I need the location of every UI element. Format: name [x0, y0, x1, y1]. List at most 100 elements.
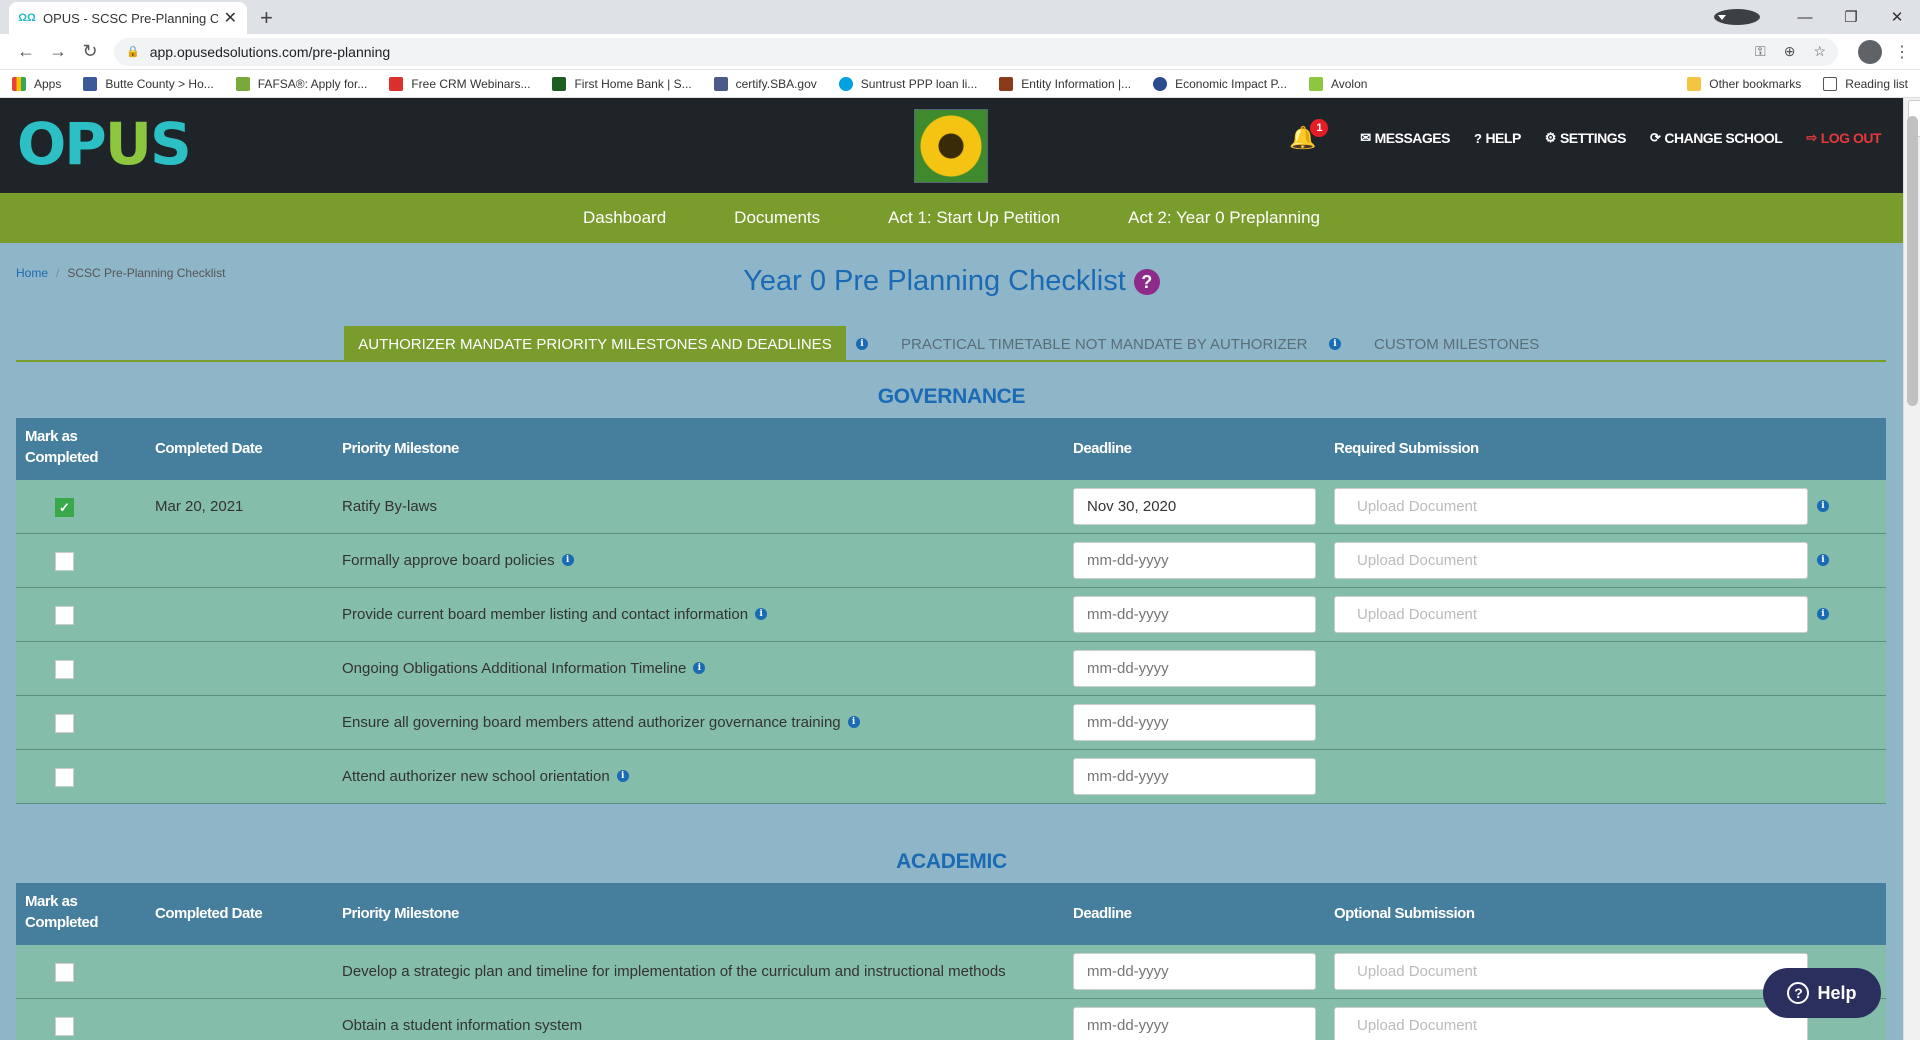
question-circle-icon[interactable]: ? [1133, 269, 1160, 296]
section-title-academic: ACADEMIC [896, 850, 1007, 873]
bookmark-item[interactable]: Apps [12, 76, 61, 91]
upload-document-field[interactable]: Upload Document [1334, 488, 1808, 525]
bookmark-favicon-icon [1308, 76, 1323, 91]
bookmark-favicon-icon [389, 76, 404, 91]
info-icon[interactable]: i [1817, 500, 1829, 512]
upload-document-field[interactable]: Upload Document [1334, 953, 1808, 990]
milestone-text: Ongoing Obligations Additional Informati… [342, 660, 706, 677]
nav-dashboard[interactable]: Dashboard [583, 208, 666, 228]
mark-completed-checkbox[interactable] [55, 606, 74, 625]
bookmark-favicon-icon [83, 76, 98, 91]
reading-list-icon [1823, 76, 1838, 91]
mark-completed-checkbox[interactable] [55, 1017, 74, 1036]
deadline-input[interactable] [1073, 542, 1316, 579]
page-scrollbar[interactable]: ▲ [1903, 98, 1920, 1040]
bookmark-item[interactable]: Economic Impact P... [1153, 76, 1287, 91]
table-row: Develop a strategic plan and timeline fo… [16, 945, 1886, 999]
deadline-input[interactable] [1073, 1007, 1316, 1040]
nav-act2[interactable]: Act 2: Year 0 Preplanning [1128, 208, 1320, 228]
account-avatar-icon[interactable] [1858, 39, 1882, 64]
new-tab-icon[interactable]: + [260, 5, 273, 31]
change-school-link[interactable]: ⟳ CHANGE SCHOOL [1650, 130, 1783, 146]
main-nav: Dashboard Documents Act 1: Start Up Peti… [0, 193, 1903, 243]
bookmark-item[interactable]: Avolon [1308, 76, 1367, 91]
minimize-icon[interactable]: — [1782, 9, 1828, 26]
info-icon[interactable]: i [856, 326, 868, 362]
settings-link[interactable]: ⚙ SETTINGS [1545, 130, 1627, 146]
deadline-input[interactable] [1073, 596, 1316, 633]
mark-completed-checkbox[interactable]: ✓ [55, 498, 74, 517]
upload-document-field[interactable]: Upload Document [1334, 1007, 1808, 1040]
info-icon[interactable]: i [1329, 326, 1341, 362]
bookmark-item[interactable]: First Home Bank | S... [552, 76, 692, 91]
info-icon[interactable]: i [616, 770, 629, 783]
notifications-bell-icon[interactable]: 🔔 1 [1289, 119, 1329, 151]
restore-icon[interactable]: ❐ [1828, 8, 1874, 26]
tab-authorizer-mandate[interactable]: AUTHORIZER MANDATE PRIORITY MILESTONES A… [344, 326, 846, 362]
bookmark-item[interactable]: Free CRM Webinars... [389, 76, 530, 91]
bookmark-item[interactable]: FAFSA®: Apply for... [235, 76, 367, 91]
nav-act1[interactable]: Act 1: Start Up Petition [888, 208, 1060, 228]
info-icon[interactable]: i [847, 716, 860, 729]
key-icon[interactable]: ⚿ [1755, 43, 1766, 60]
table-row: Obtain a student information system Uploa… [16, 999, 1886, 1040]
help-chat-button[interactable]: ? Help [1763, 968, 1881, 1018]
bookmark-item[interactable]: certify.SBA.gov [713, 76, 817, 91]
section-title-governance: GOVERNANCE [877, 385, 1026, 408]
tab-custom-milestones[interactable]: CUSTOM MILESTONES [1374, 326, 1539, 362]
deadline-input[interactable] [1073, 758, 1316, 795]
nav-documents[interactable]: Documents [734, 208, 820, 228]
bookmark-item[interactable]: Butte County > Ho... [83, 76, 214, 91]
table-row: Ongoing Obligations Additional Informati… [16, 642, 1886, 696]
forward-icon[interactable]: → [42, 41, 74, 62]
table-row: ✓ Mar 20, 2021 Ratify By-laws Upload Docume… [16, 480, 1886, 534]
star-icon[interactable]: ☆ [1813, 43, 1826, 60]
upload-document-field[interactable]: Upload Document [1334, 542, 1808, 579]
mark-completed-checkbox[interactable] [55, 714, 74, 733]
bookmark-item[interactable]: Entity Information |... [999, 76, 1131, 91]
deadline-input[interactable] [1073, 488, 1316, 525]
zoom-icon[interactable]: ⊕ [1784, 43, 1796, 60]
info-icon[interactable]: i [693, 662, 706, 675]
close-tab-icon[interactable]: ✕ [224, 8, 237, 28]
info-icon[interactable]: i [561, 554, 574, 567]
back-icon[interactable]: ← [10, 41, 42, 62]
bookmark-item[interactable]: Other bookmarks [1687, 76, 1801, 91]
upload-document-field[interactable]: Upload Document [1334, 596, 1808, 633]
bookmark-item[interactable]: Suntrust PPP loan li... [838, 76, 977, 91]
milestone-text: Ratify By-laws [342, 498, 438, 515]
deadline-input[interactable] [1073, 953, 1316, 990]
lock-icon[interactable]: 🔒 [126, 45, 140, 58]
opus-logo[interactable]: OPUS [17, 110, 192, 178]
url-text: app.opusedsolutions.com/pre-planning [149, 43, 391, 60]
omnibox[interactable]: 🔒 app.opusedsolutions.com/pre-planning ⚿… [114, 37, 1838, 66]
table-row: Provide current board member listing and… [16, 588, 1886, 642]
mark-completed-checkbox[interactable] [55, 552, 74, 571]
table-header: Mark as Completed Completed Date Priorit… [16, 883, 1886, 945]
deadline-input[interactable] [1073, 650, 1316, 687]
bookmark-favicon-icon [235, 76, 250, 91]
deadline-input[interactable] [1073, 704, 1316, 741]
menu-kebab-icon[interactable]: ⋮ [1894, 42, 1910, 62]
bookmark-item[interactable]: Reading list [1823, 76, 1908, 91]
mark-completed-checkbox[interactable] [55, 660, 74, 679]
tab-search-icon[interactable] [1714, 9, 1760, 25]
reload-icon[interactable]: ↻ [74, 41, 106, 62]
browser-tab[interactable]: ΩΩ OPUS - SCSC Pre-Planning Check ✕ [9, 2, 247, 34]
tab-practical-timetable[interactable]: PRACTICAL TIMETABLE NOT MANDATE BY AUTHO… [901, 326, 1307, 362]
mark-completed-checkbox[interactable] [55, 768, 74, 787]
milestone-text: Ensure all governing board members atten… [342, 714, 860, 731]
apps-grid-icon [12, 76, 26, 91]
logout-link[interactable]: ⇨ LOG OUT [1806, 130, 1881, 146]
info-icon[interactable]: i [1817, 554, 1829, 566]
scrollbar-thumb[interactable] [1907, 116, 1918, 406]
help-link[interactable]: ? HELP [1474, 130, 1521, 146]
info-icon[interactable]: i [1817, 608, 1829, 620]
info-icon[interactable]: i [755, 608, 768, 621]
milestone-text: Attend authorizer new school orientation… [342, 768, 629, 785]
bookmark-favicon-icon [838, 76, 853, 91]
mark-completed-checkbox[interactable] [55, 963, 74, 982]
close-window-icon[interactable]: ✕ [1874, 8, 1920, 26]
messages-link[interactable]: ✉ MESSAGES [1360, 130, 1450, 146]
school-logo [914, 109, 988, 183]
